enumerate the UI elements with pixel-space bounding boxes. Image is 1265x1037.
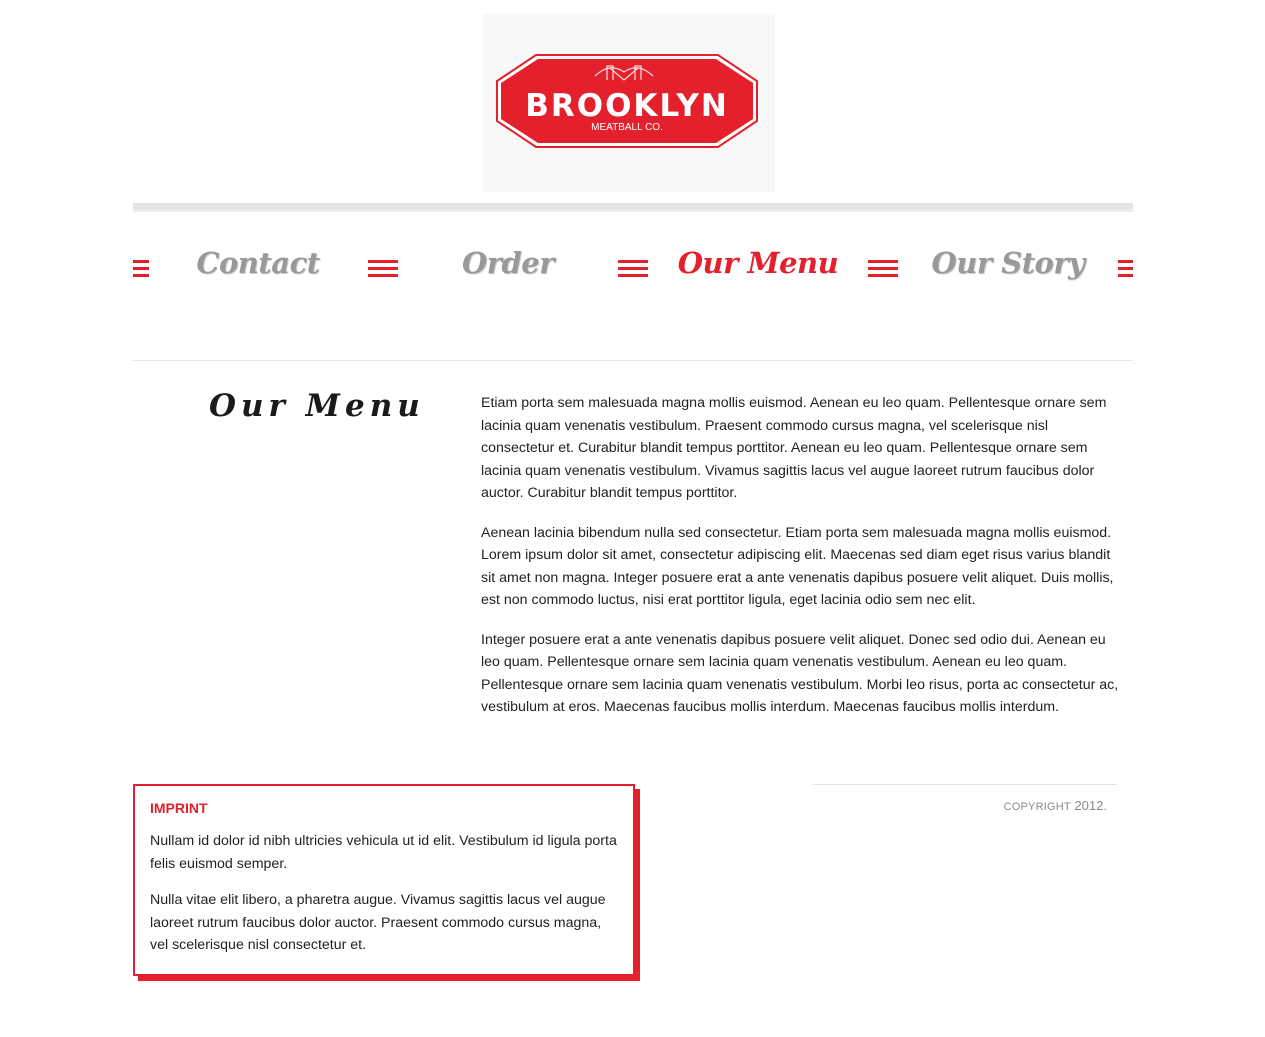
nav-link-our-menu[interactable]: Our Menu bbox=[678, 246, 839, 280]
imprint-box: IMPRINT Nullam id dolor id nibh ultricie… bbox=[133, 784, 635, 976]
imprint-paragraph: Nulla vitae elit libero, a pharetra augu… bbox=[150, 892, 606, 953]
hamburger-lines-icon bbox=[868, 260, 898, 277]
copyright-notice: COPYRIGHT 2012. bbox=[1004, 798, 1107, 813]
main-navigation: Contact Order Our Menu Our Story bbox=[133, 240, 1133, 300]
brooklyn-logo-badge: BROOKLYN MEATBALL CO. bbox=[496, 54, 758, 148]
hamburger-lines-icon bbox=[1118, 260, 1133, 277]
hamburger-lines-icon bbox=[133, 260, 149, 277]
nav-link-contact[interactable]: Contact bbox=[196, 246, 320, 280]
copyright-label: COPYRIGHT bbox=[1003, 801, 1071, 813]
hamburger-lines-icon bbox=[368, 260, 398, 277]
page-body: Etiam porta sem malesuada magna mollis e… bbox=[481, 392, 1121, 736]
page-title: Our Menu bbox=[209, 388, 425, 424]
imprint-paragraph: Nullam id dolor id nibh ultricies vehicu… bbox=[150, 833, 617, 872]
hamburger-lines-icon bbox=[618, 260, 648, 277]
nav-link-our-story[interactable]: Our Story bbox=[931, 246, 1085, 280]
header-divider-inner bbox=[133, 209, 1133, 212]
imprint-title: IMPRINT bbox=[150, 800, 208, 816]
logo-wordmark: BROOKLYN bbox=[525, 88, 729, 124]
body-paragraph: Etiam porta sem malesuada magna mollis e… bbox=[481, 395, 1107, 501]
nav-link-order[interactable]: Order bbox=[462, 246, 555, 280]
content-divider bbox=[133, 360, 1133, 361]
body-paragraph: Aenean lacinia bibendum nulla sed consec… bbox=[481, 524, 1114, 609]
footer-divider bbox=[813, 784, 1117, 785]
copyright-year: 2012. bbox=[1074, 798, 1107, 813]
logo[interactable]: BROOKLYN MEATBALL CO. bbox=[483, 14, 775, 192]
body-paragraph: Integer posuere erat a ante venenatis da… bbox=[481, 631, 1119, 716]
logo-tagline: MEATBALL CO. bbox=[591, 122, 663, 133]
